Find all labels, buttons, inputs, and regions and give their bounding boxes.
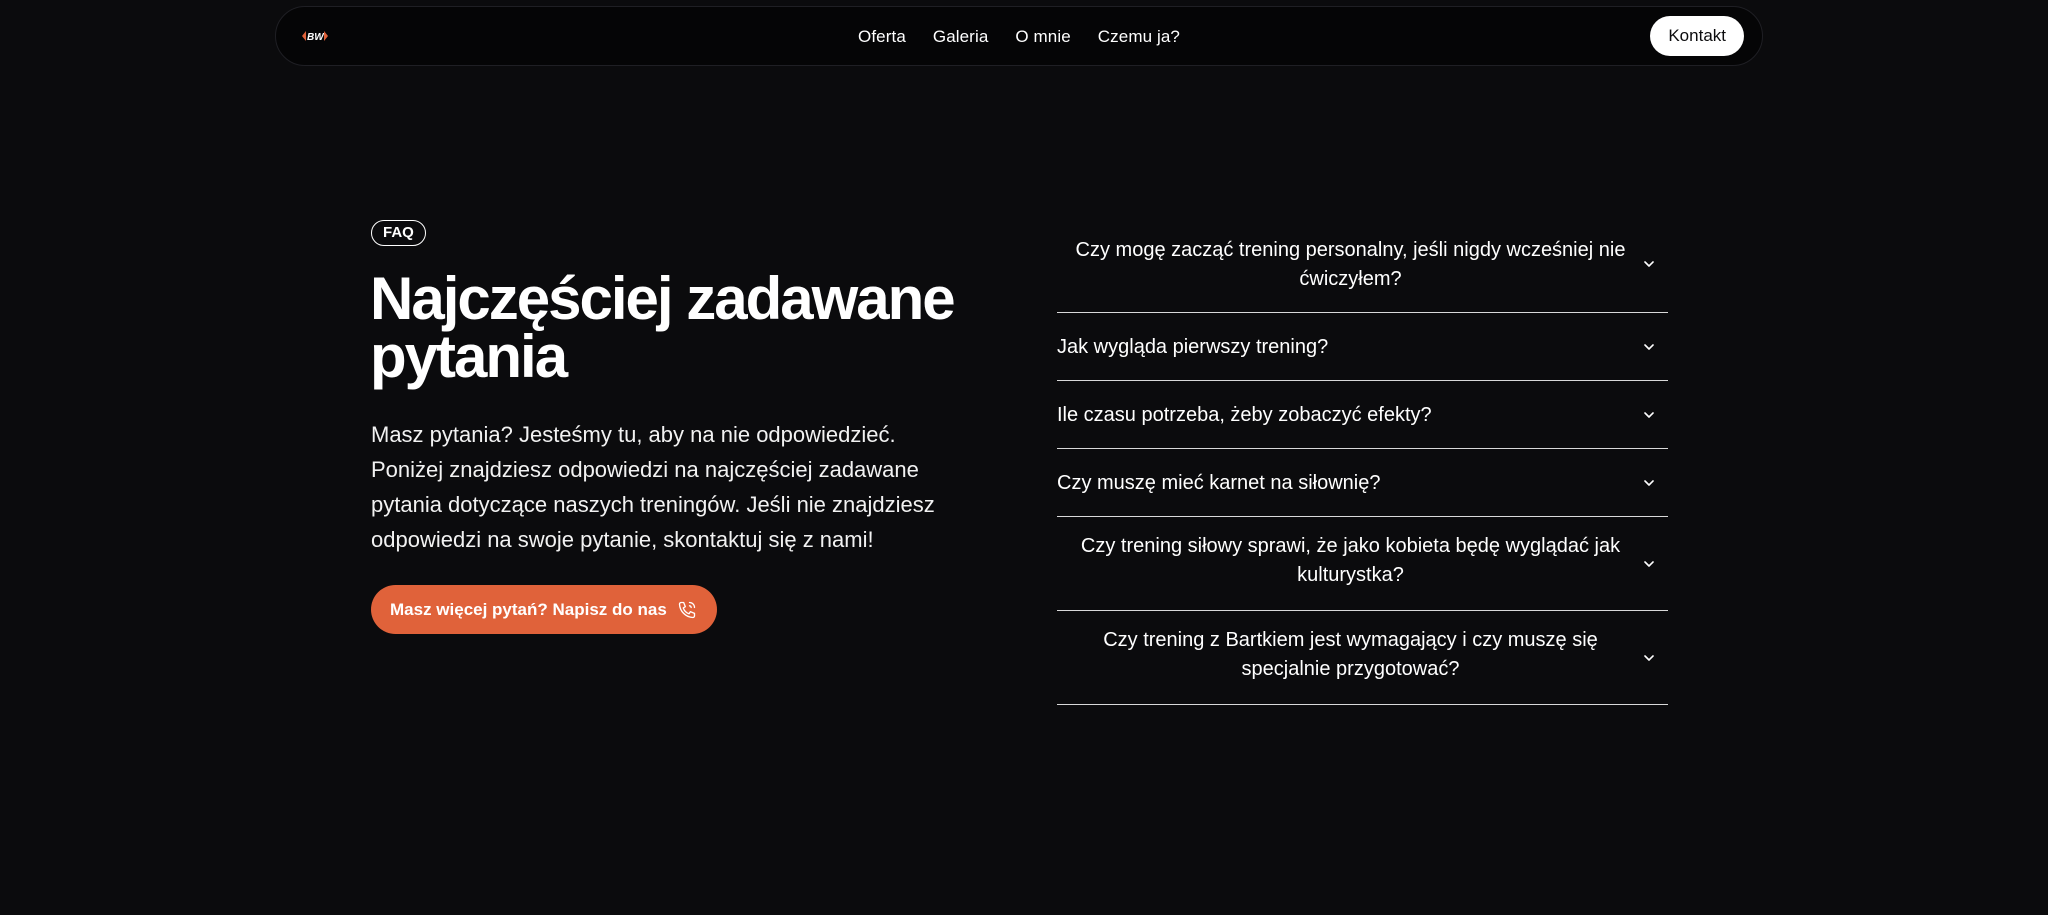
chevron-down-icon — [1644, 344, 1654, 350]
faq-question: Ile czasu potrzeba, żeby zobaczyć efekty… — [1057, 404, 1432, 426]
navbar: BW Oferta Galeria O mnie Czemu ja? Konta… — [275, 6, 1763, 66]
contact-button[interactable]: Kontakt — [1650, 16, 1744, 56]
faq-badge: FAQ — [371, 220, 426, 246]
nav-link-o-mnie[interactable]: O mnie — [1015, 27, 1070, 47]
chevron-down-icon — [1644, 655, 1654, 661]
faq-item[interactable]: Czy trening z Bartkiem jest wymagający i… — [1057, 611, 1668, 705]
page: BW Oferta Galeria O mnie Czemu ja? Konta… — [0, 0, 2048, 915]
logo-text: BW — [307, 32, 325, 43]
chevron-down-icon — [1644, 261, 1654, 267]
nav-links: Oferta Galeria O mnie Czemu ja? — [276, 7, 1762, 67]
faq-question: Jak wygląda pierwszy trening? — [1057, 336, 1329, 358]
page-title: Najczęściej zadawane pytania — [370, 265, 956, 390]
faq-accordion: Czy mogę zacząć trening personalny, jeśl… — [1057, 220, 1668, 705]
logo-icon: BW — [302, 31, 328, 43]
chevron-down-icon — [1644, 480, 1654, 486]
nav-link-galeria[interactable]: Galeria — [933, 27, 989, 47]
faq-question: Czy trening siłowy sprawi, że jako kobie… — [1080, 535, 1621, 586]
chevron-down-icon — [1644, 412, 1654, 418]
faq-item[interactable]: Czy trening siłowy sprawi, że jako kobie… — [1057, 517, 1668, 611]
nav-link-oferta[interactable]: Oferta — [858, 27, 906, 47]
faq-item[interactable]: Czy muszę mieć karnet na siłownię? — [1057, 449, 1668, 517]
nav-link-czemu-ja[interactable]: Czemu ja? — [1098, 27, 1180, 47]
contact-cta-button[interactable]: Masz więcej pytań? Napisz do nas — [371, 585, 717, 634]
cta-label: Masz więcej pytań? Napisz do nas — [390, 599, 667, 619]
faq-question: Czy mogę zacząć trening personalny, jeśl… — [1075, 239, 1626, 290]
chevron-down-icon — [1644, 561, 1654, 567]
faq-question: Czy muszę mieć karnet na siłownię? — [1057, 472, 1381, 494]
faq-question: Czy trening z Bartkiem jest wymagający i… — [1103, 629, 1598, 680]
faq-item[interactable]: Czy mogę zacząć trening personalny, jeśl… — [1057, 220, 1668, 313]
faq-item[interactable]: Jak wygląda pierwszy trening? — [1057, 313, 1668, 381]
logo-link[interactable]: BW — [300, 27, 330, 45]
phone-icon — [678, 601, 695, 618]
faq-description: Masz pytania? Jesteśmy tu, aby na nie od… — [371, 422, 935, 552]
faq-item[interactable]: Ile czasu potrzeba, żeby zobaczyć efekty… — [1057, 381, 1668, 449]
